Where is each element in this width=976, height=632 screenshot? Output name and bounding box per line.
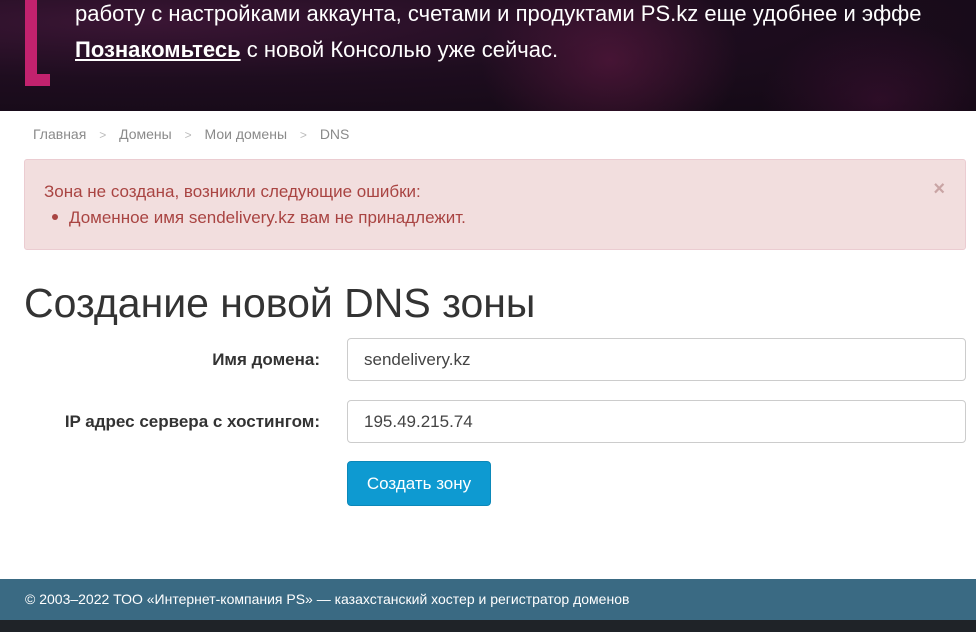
bullet-icon (52, 213, 58, 220)
breadcrumb-separator: > (99, 128, 107, 142)
promo-banner: работу с настройками аккаунта, счетами и… (0, 0, 976, 111)
banner-glow (760, 20, 976, 111)
ip-input[interactable] (347, 400, 966, 443)
page-title: Создание новой DNS зоны (24, 280, 536, 326)
breadcrumb-separator: > (184, 128, 192, 142)
logo-icon-foot (37, 74, 50, 86)
footer-copyright: © 2003–2022 ТОО «Интернет-компания PS» —… (25, 591, 630, 607)
breadcrumb-home[interactable]: Главная (33, 126, 86, 142)
create-zone-button[interactable]: Создать зону (347, 461, 491, 506)
breadcrumb: Главная > Домены > Мои домены > DNS (33, 126, 349, 142)
ip-label: IP адрес сервера с хостингом: (64, 412, 320, 431)
banner-text-rest: с новой Консолью уже сейчас. (240, 37, 559, 62)
footer-bottom-bar (0, 620, 976, 632)
domain-label: Имя домена: (212, 350, 320, 369)
banner-text-2: Познакомьтесь с новой Консолью уже сейча… (75, 36, 558, 64)
alert-title: Зона не создана, возникли следующие ошиб… (44, 182, 421, 201)
breadcrumb-current: DNS (319, 126, 350, 142)
close-icon[interactable]: × (933, 178, 945, 201)
alert-error-text: Доменное имя sendelivery.kz вам не прина… (69, 208, 466, 227)
breadcrumb-separator: > (299, 128, 307, 142)
domain-input[interactable] (347, 338, 966, 381)
banner-text: работу с настройками аккаунта, счетами и… (75, 1, 922, 26)
footer: © 2003–2022 ТОО «Интернет-компания PS» —… (0, 579, 976, 620)
breadcrumb-domains[interactable]: Домены (119, 126, 172, 142)
logo-icon (25, 0, 37, 86)
breadcrumb-my-domains[interactable]: Мои домены (205, 126, 287, 142)
console-link[interactable]: Познакомьтесь (75, 37, 241, 62)
alert-error-item: Доменное имя sendelivery.kz вам не прина… (52, 208, 466, 228)
error-alert: Зона не создана, возникли следующие ошиб… (24, 159, 966, 250)
